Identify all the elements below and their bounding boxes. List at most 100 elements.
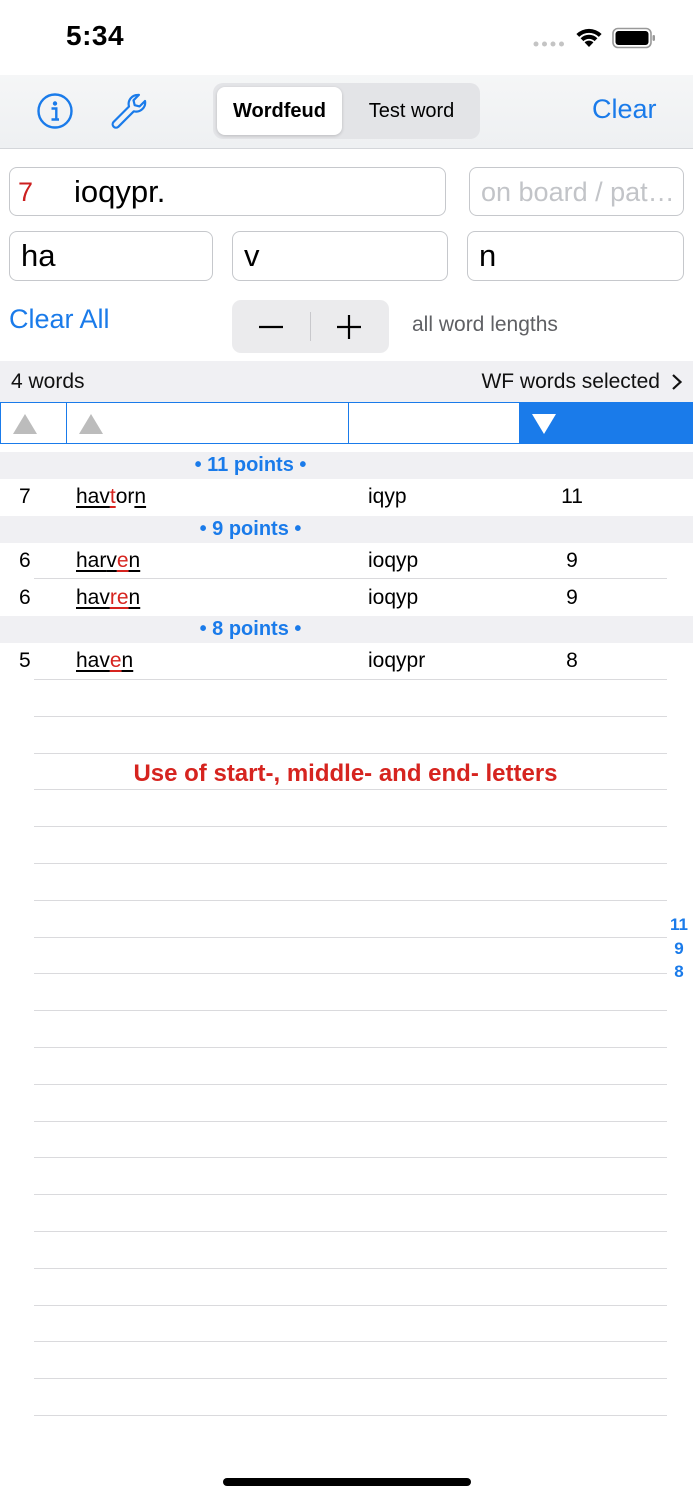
section-title: • 9 points • bbox=[199, 518, 302, 540]
word-text: harven bbox=[76, 549, 140, 573]
remaining-letters: iqyp bbox=[368, 485, 407, 508]
section-header: • 11 points • bbox=[0, 452, 693, 479]
remaining-letters: ioqyp bbox=[368, 586, 419, 609]
letters-value: ioqypr. bbox=[74, 174, 166, 209]
letters-count: 7 bbox=[18, 177, 34, 207]
row-separator bbox=[34, 936, 667, 938]
word-length: 5 bbox=[19, 649, 31, 672]
segment-wordfeud[interactable]: Wordfeud bbox=[217, 87, 342, 135]
section-header: • 8 points • bbox=[0, 616, 693, 643]
wifi-icon bbox=[576, 28, 602, 47]
cellular-signal-icon bbox=[533, 41, 564, 47]
word-segment: hav bbox=[76, 649, 110, 672]
app-screen: 5:34 Wordfeud Test word Clear 7 ioqypr. … bbox=[0, 0, 693, 1500]
word-segment: e bbox=[116, 549, 129, 572]
word-count: 4 words bbox=[11, 370, 85, 393]
sort-by-rest-letters[interactable] bbox=[348, 402, 520, 444]
word-segment: re bbox=[109, 586, 129, 609]
chevron-right-icon bbox=[672, 374, 683, 390]
section-title: • 8 points • bbox=[199, 618, 302, 640]
row-separator bbox=[34, 1415, 667, 1416]
section-title: • 11 points • bbox=[194, 454, 307, 476]
board-pattern-placeholder: on board / pattern bbox=[481, 177, 677, 207]
word-segment: v bbox=[106, 549, 117, 572]
row-separator bbox=[34, 1157, 667, 1159]
word-text: haven bbox=[76, 649, 133, 673]
clear-all-button[interactable]: Clear All bbox=[9, 304, 110, 335]
word-score: 8 bbox=[566, 649, 578, 672]
sort-descending-icon bbox=[532, 414, 556, 434]
letters-field[interactable]: 7 ioqypr. bbox=[9, 167, 446, 216]
index-item[interactable]: 11 bbox=[664, 913, 693, 937]
sort-ascending-icon bbox=[79, 414, 103, 434]
word-score: 9 bbox=[566, 586, 578, 609]
info-icon[interactable] bbox=[36, 92, 74, 130]
index-item[interactable]: 9 bbox=[664, 937, 693, 961]
word-length: 7 bbox=[19, 485, 31, 508]
sort-by-word[interactable] bbox=[66, 402, 348, 444]
sort-header bbox=[0, 402, 693, 444]
start-letters-value: ha bbox=[21, 238, 56, 273]
sort-by-score[interactable] bbox=[520, 402, 693, 444]
word-segment: hav bbox=[76, 485, 110, 508]
middle-letters-value: v bbox=[244, 238, 260, 273]
row-separator bbox=[34, 715, 667, 717]
board-pattern-field[interactable]: on board / pattern bbox=[469, 167, 684, 216]
word-segment: har bbox=[76, 549, 107, 572]
word-segment: n bbox=[128, 586, 141, 609]
toolbar: Wordfeud Test word Clear bbox=[0, 75, 693, 149]
home-indicator bbox=[223, 1478, 471, 1486]
word-length: 6 bbox=[19, 586, 31, 609]
word-segment: or bbox=[115, 485, 135, 508]
row-separator bbox=[34, 1194, 667, 1196]
end-letters-value: n bbox=[479, 238, 497, 273]
word-segment: n bbox=[121, 649, 134, 672]
remaining-letters: ioqyp bbox=[368, 549, 419, 572]
word-lengths-label: all word lengths bbox=[412, 313, 558, 336]
row-separator bbox=[34, 1267, 667, 1269]
table-row[interactable]: 7 havtorn iqyp 11 bbox=[0, 479, 693, 515]
word-length: 6 bbox=[19, 549, 31, 572]
word-list-selection: WF words selected bbox=[481, 370, 660, 393]
word-text: havren bbox=[76, 586, 140, 610]
row-separator bbox=[34, 752, 667, 754]
sort-ascending-icon bbox=[13, 414, 37, 434]
row-separator bbox=[34, 1378, 667, 1380]
status-bar: 5:34 bbox=[0, 0, 693, 75]
middle-letters-field[interactable]: v bbox=[232, 231, 448, 281]
row-separator bbox=[34, 1304, 667, 1306]
word-score: 9 bbox=[566, 549, 578, 572]
minus-icon[interactable] bbox=[232, 300, 310, 353]
clear-button[interactable]: Clear bbox=[592, 94, 657, 125]
row-separator bbox=[34, 1010, 667, 1012]
word-segment: hav bbox=[76, 586, 110, 609]
start-letters-field[interactable]: ha bbox=[9, 231, 213, 281]
results-info-bar[interactable]: 4 words WF words selected bbox=[0, 361, 693, 402]
word-score: 11 bbox=[561, 485, 583, 508]
table-row[interactable]: 6 harven ioqyp 9 bbox=[0, 543, 693, 579]
row-separator bbox=[34, 826, 667, 828]
plus-icon[interactable] bbox=[311, 300, 389, 353]
row-separator bbox=[34, 1083, 667, 1085]
row-separator bbox=[34, 789, 667, 791]
segment-test-word[interactable]: Test word bbox=[347, 87, 476, 135]
row-separator bbox=[34, 1120, 667, 1122]
row-separator bbox=[34, 1231, 667, 1232]
section-index[interactable]: 11 9 8 bbox=[664, 913, 693, 984]
word-segment: n bbox=[128, 549, 141, 572]
section-header: • 9 points • bbox=[0, 516, 693, 543]
usage-message-text: Use of start-, middle- and end- letters bbox=[133, 760, 558, 787]
mode-segmented-control: Wordfeud Test word bbox=[213, 83, 480, 139]
end-letters-field[interactable]: n bbox=[467, 231, 684, 281]
word-segment: n bbox=[134, 485, 147, 508]
row-separator bbox=[34, 1341, 667, 1343]
row-separator bbox=[34, 863, 667, 864]
remaining-letters: ioqypr bbox=[368, 649, 426, 672]
wrench-icon[interactable] bbox=[108, 91, 150, 133]
sort-by-length[interactable] bbox=[0, 402, 66, 444]
table-row[interactable]: 6 havren ioqyp 9 bbox=[0, 580, 693, 616]
row-separator bbox=[34, 1047, 667, 1048]
table-row[interactable]: 5 haven ioqypr 8 bbox=[0, 643, 693, 679]
index-item[interactable]: 8 bbox=[664, 960, 693, 984]
word-text: havtorn bbox=[76, 485, 146, 509]
